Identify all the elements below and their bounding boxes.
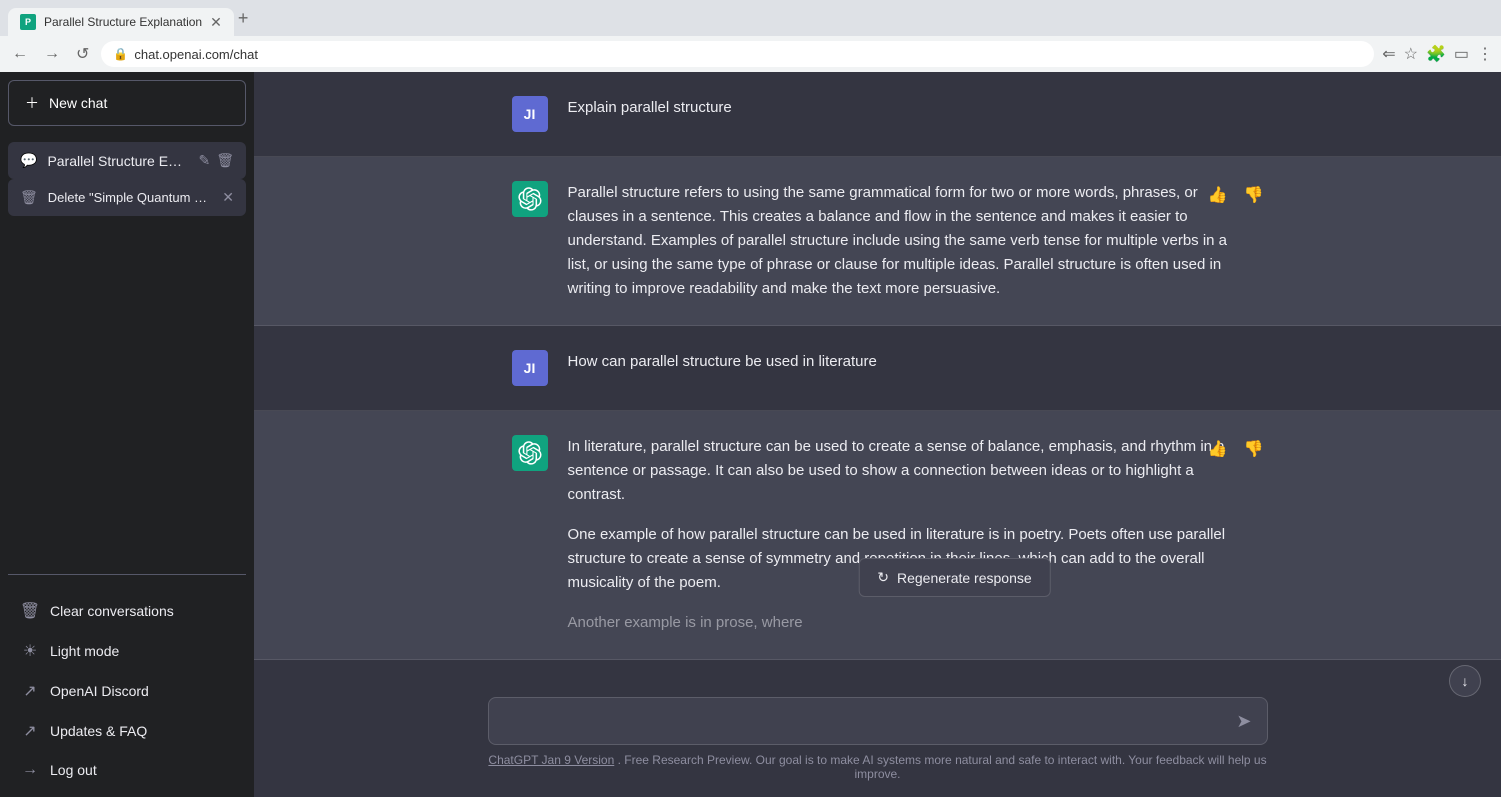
scroll-bottom-button[interactable]: ↓ <box>1449 665 1481 697</box>
faq-label: Updates & FAQ <box>50 723 147 739</box>
ai-avatar-1 <box>512 181 548 217</box>
discord-label: OpenAI Discord <box>50 683 149 699</box>
delete-item-label: Delete "Simple Quantum Com" <box>48 190 212 205</box>
toolbar-right: ⇐ ☆ 🧩 ▭ ⋮ <box>1382 44 1493 64</box>
sidebar: ＋ New chat 💬 Parallel Structure Expla ✎ … <box>0 72 254 797</box>
user-avatar-2: JI <box>512 350 548 386</box>
thumbsdown-button-2[interactable]: 👎 <box>1240 435 1268 463</box>
sun-icon: ☀ <box>20 641 40 661</box>
forward-button[interactable]: → <box>40 41 64 67</box>
sidebar-conversations: 💬 Parallel Structure Expla ✎ 🗑 🗑 Delete … <box>0 134 254 566</box>
message-block-user1: JI Explain parallel structure <box>254 72 1501 157</box>
sidebar-action-logout[interactable]: → Log out <box>8 751 246 789</box>
browser-toolbar: ← → ↺ 🔒 chat.openai.com/chat ⇐ ☆ 🧩 ▭ ⋮ <box>0 36 1501 72</box>
browser-chrome: P Parallel Structure Explanation ✕ + <box>0 0 1501 36</box>
regenerate-popup[interactable]: ↻ Regenerate response <box>858 558 1050 597</box>
lock-icon: 🔒 <box>113 47 128 61</box>
lightmode-label: Light mode <box>50 643 119 659</box>
message-block-ai1: Parallel structure refers to using the s… <box>254 157 1501 326</box>
new-tab-button[interactable]: + <box>238 8 249 29</box>
message-inner-ai1: Parallel structure refers to using the s… <box>488 181 1268 301</box>
clear-label: Clear conversations <box>50 603 174 619</box>
tab-title: Parallel Structure Explanation <box>44 15 202 29</box>
ai2-paragraph-3-truncated: Another example is in prose, where <box>568 611 1244 635</box>
active-tab[interactable]: P Parallel Structure Explanation ✕ <box>8 8 234 36</box>
reload-button[interactable]: ↺ <box>72 40 93 68</box>
regenerate-icon: ↻ <box>877 569 889 586</box>
edit-icon[interactable]: ✎ <box>198 152 210 169</box>
ai-avatar-2 <box>512 435 548 471</box>
message-actions-ai2: 👍 👎 <box>1204 435 1268 463</box>
message-text-user2: How can parallel structure be used in li… <box>568 350 1244 374</box>
plus-icon: ＋ <box>25 93 39 113</box>
user-avatar: JI <box>512 96 548 132</box>
message-text-user1: Explain parallel structure <box>568 96 1244 120</box>
message-inner-ai2: In literature, parallel structure can be… <box>488 435 1268 635</box>
message-inner-user2: JI How can parallel structure be used in… <box>488 350 1268 386</box>
tab-favicon: P <box>20 14 36 30</box>
chat-icon: 💬 <box>20 152 37 169</box>
input-wrapper: ➤ <box>488 697 1268 745</box>
ai2-paragraph-1: In literature, parallel structure can be… <box>568 435 1244 507</box>
conversation-title: Parallel Structure Expla <box>47 153 188 169</box>
message-block-ai2: In literature, parallel structure can be… <box>254 411 1501 660</box>
sidebar-action-discord[interactable]: ↗ OpenAI Discord <box>8 671 246 711</box>
ai1-paragraph-1: Parallel structure refers to using the s… <box>568 181 1244 301</box>
message-block-user2: JI How can parallel structure be used in… <box>254 326 1501 411</box>
back-icon[interactable]: ⇐ <box>1382 44 1395 64</box>
conversation-actions: ✎ 🗑 <box>198 152 234 169</box>
message-text-ai1: Parallel structure refers to using the s… <box>568 181 1244 301</box>
thumbsup-button-2[interactable]: 👍 <box>1204 435 1232 463</box>
message-actions-ai1: 👍 👎 <box>1204 181 1268 209</box>
star-icon[interactable]: ☆ <box>1404 44 1418 64</box>
sidebar-divider <box>8 574 246 575</box>
sidebar-bottom: 🗑 Clear conversations ☀ Light mode ↗ Ope… <box>0 583 254 797</box>
thumbsdown-button-1[interactable]: 👎 <box>1240 181 1268 209</box>
footer-text: ChatGPT Jan 9 Version . Free Research Pr… <box>488 753 1268 781</box>
delete-close-icon[interactable]: ✕ <box>222 189 234 206</box>
tab-close-button[interactable]: ✕ <box>210 14 222 31</box>
browser-tabs: P Parallel Structure Explanation ✕ + <box>8 0 248 36</box>
conversation-item-parallel[interactable]: 💬 Parallel Structure Expla ✎ 🗑 <box>8 142 246 179</box>
send-button[interactable]: ➤ <box>1232 707 1255 736</box>
thumbsup-button-1[interactable]: 👍 <box>1204 181 1232 209</box>
sidebar-icon[interactable]: ▭ <box>1454 44 1469 64</box>
main-chat: JI Explain parallel structure Parallel s… <box>254 72 1501 797</box>
regenerate-label: Regenerate response <box>897 570 1032 586</box>
new-chat-label: New chat <box>49 95 107 111</box>
back-button[interactable]: ← <box>8 41 32 67</box>
app-container: ＋ New chat 💬 Parallel Structure Expla ✎ … <box>0 72 1501 797</box>
faq-icon: ↗ <box>20 721 40 741</box>
message-inner-user1: JI Explain parallel structure <box>488 96 1268 132</box>
footer-link[interactable]: ChatGPT Jan 9 Version <box>488 753 614 767</box>
logout-label: Log out <box>50 762 97 778</box>
discord-icon: ↗ <box>20 681 40 701</box>
sidebar-action-lightmode[interactable]: ☀ Light mode <box>8 631 246 671</box>
logout-icon: → <box>20 761 40 779</box>
clear-icon: 🗑 <box>20 601 40 621</box>
chat-input[interactable] <box>488 697 1268 745</box>
trash-icon: 🗑 <box>20 189 38 206</box>
delete-icon[interactable]: 🗑 <box>216 152 234 169</box>
sidebar-action-faq[interactable]: ↗ Updates & FAQ <box>8 711 246 751</box>
sidebar-top: ＋ New chat <box>0 72 254 134</box>
new-chat-button[interactable]: ＋ New chat <box>8 80 246 126</box>
input-area: ➤ ChatGPT Jan 9 Version . Free Research … <box>254 681 1501 797</box>
url-text: chat.openai.com/chat <box>134 47 258 62</box>
address-bar[interactable]: 🔒 chat.openai.com/chat <box>101 41 1374 67</box>
delete-confirmation-item[interactable]: 🗑 Delete "Simple Quantum Com" ✕ <box>8 179 246 216</box>
menu-icon[interactable]: ⋮ <box>1477 44 1493 64</box>
sidebar-action-clear[interactable]: 🗑 Clear conversations <box>8 591 246 631</box>
message-text-ai2: In literature, parallel structure can be… <box>568 435 1244 635</box>
extensions-icon[interactable]: 🧩 <box>1426 44 1446 64</box>
footer-description: . Free Research Preview. Our goal is to … <box>618 753 1267 781</box>
